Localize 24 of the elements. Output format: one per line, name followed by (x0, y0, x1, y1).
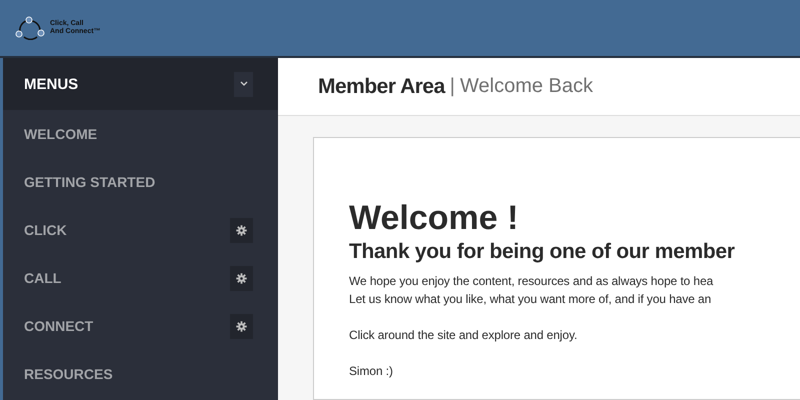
welcome-heading: Welcome ! (349, 198, 520, 238)
sidebar-title: MENUS (24, 76, 78, 92)
settings-icon (236, 320, 247, 332)
sidebar-menu-item[interactable]: CALL (24, 270, 62, 286)
title-separator: | (450, 75, 455, 98)
sidebar-menu-item[interactable]: CLICK (24, 222, 67, 238)
collapse-toggle-button[interactable] (234, 72, 253, 96)
settings-icon (236, 224, 247, 236)
settings-icon (236, 272, 247, 284)
settings-button[interactable] (230, 314, 253, 338)
body-text: Click around the site and explore and enjoy. (349, 327, 578, 344)
chevron-icon (240, 81, 248, 87)
body-text: We hope you enjoy the content, resources and as always hope to hea (349, 273, 714, 290)
body-text: Simon :) (349, 363, 394, 380)
sidebar-menu-item[interactable]: WELCOME (24, 126, 98, 142)
page-title: Member Area (318, 74, 445, 98)
settings-button[interactable] (230, 218, 253, 242)
settings-button[interactable] (230, 266, 253, 290)
body-text: Let us know what you like, what you want more of, and if you have an (349, 291, 712, 308)
sidebar-menu-item[interactable]: RESOURCES (24, 366, 113, 382)
thank-you-subheading: Thank you for being one of our member (349, 240, 736, 264)
sidebar-menu-item[interactable]: CONNECT (24, 318, 94, 334)
page-subtitle: Welcome Back (460, 75, 593, 98)
sidebar-menu-item[interactable]: GETTING STARTED (24, 174, 156, 190)
